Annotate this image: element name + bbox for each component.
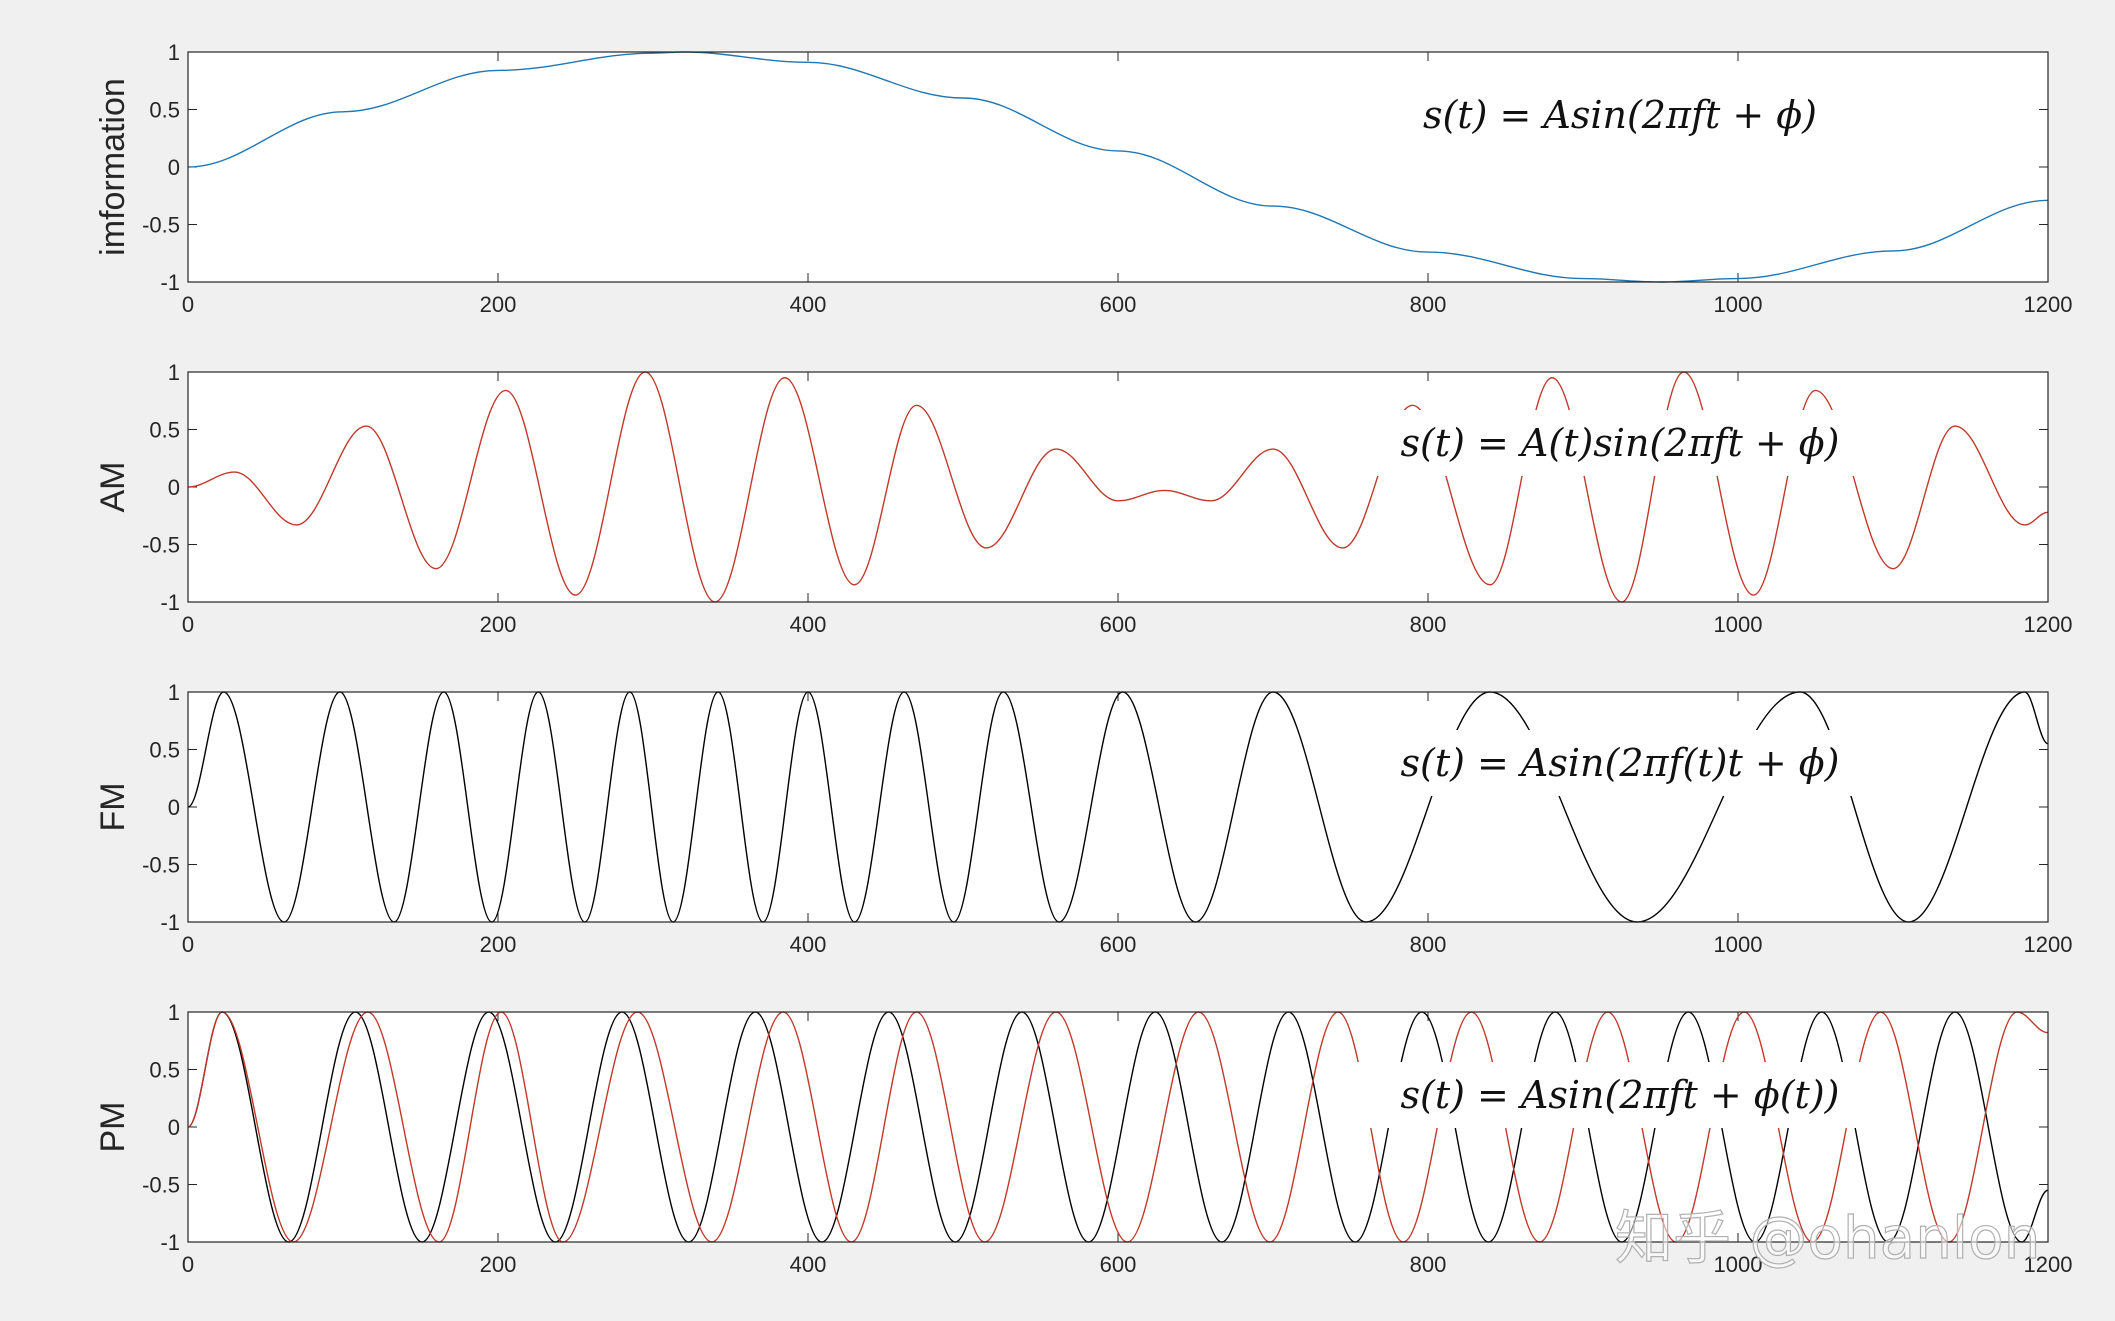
x-tick-label: 400 — [790, 612, 827, 637]
x-tick-label: 0 — [182, 932, 194, 957]
x-tick-label: 400 — [790, 932, 827, 957]
x-tick-label: 400 — [790, 1252, 827, 1277]
y-tick-label: 1 — [168, 360, 180, 385]
x-tick-label: 200 — [480, 292, 517, 317]
formula-annotation: s(t) = Asin(2πft + ϕ(t)) — [1401, 1073, 1840, 1117]
x-tick-label: 600 — [1100, 292, 1137, 317]
y-axis-label: FM — [94, 782, 132, 831]
y-tick-label: 0 — [168, 795, 180, 820]
x-tick-label: 200 — [480, 932, 517, 957]
y-tick-label: 1 — [168, 680, 180, 705]
y-tick-label: 0.5 — [149, 738, 180, 763]
x-tick-label: 400 — [790, 292, 827, 317]
y-tick-label: -1 — [160, 590, 180, 615]
chart-panel-1: 0 200 400 600 800 1000 1200 -1 -0.5 0 0.5 1 imformat… — [94, 40, 2072, 317]
x-tick-label: 1200 — [2024, 292, 2073, 317]
y-tick-label: -1 — [160, 270, 180, 295]
y-tick-label: 0.5 — [149, 1058, 180, 1083]
watermark-text: 知乎 @ohanlon — [1615, 1204, 2040, 1272]
y-tick-label: 0.5 — [149, 98, 180, 123]
y-tick-label: -0.5 — [142, 533, 180, 558]
y-tick-label: 0 — [168, 1115, 180, 1140]
y-axis-label: PM — [94, 1102, 132, 1153]
x-tick-label: 1000 — [1714, 932, 1763, 957]
x-tick-label: 200 — [480, 1252, 517, 1277]
x-tick-label: 1000 — [1714, 612, 1763, 637]
formula-annotation: s(t) = Asin(2πft + ϕ) — [1423, 93, 1817, 137]
x-tick-label: 800 — [1410, 292, 1447, 317]
y-tick-label: 0 — [168, 475, 180, 500]
x-tick-label: 800 — [1410, 1252, 1447, 1277]
chart-panel-3: 0 200 400 600 800 1000 1200 -1 -0.5 0 0.5 1 FM s(t) =… — [94, 680, 2072, 957]
x-tick-label: 800 — [1410, 932, 1447, 957]
y-tick-label: -0.5 — [142, 853, 180, 878]
y-tick-label: 1 — [168, 40, 180, 65]
y-axis-label: imformation — [94, 78, 132, 256]
x-tick-label: 1200 — [2024, 932, 2073, 957]
y-tick-label: -0.5 — [142, 1173, 180, 1198]
y-tick-label: 0 — [168, 155, 180, 180]
y-tick-label: 0.5 — [149, 418, 180, 443]
x-tick-label: 1200 — [2024, 612, 2073, 637]
figure: 0 200 400 600 800 1000 1200-1-0.500.51imformat… — [94, 40, 2072, 1277]
plot-area — [188, 692, 2048, 922]
x-tick-label: 800 — [1410, 612, 1447, 637]
x-tick-label: 1000 — [1714, 292, 1763, 317]
y-axis-label: AM — [94, 462, 132, 513]
formula-annotation: s(t) = Asin(2πf(t)t + ϕ) — [1401, 741, 1840, 785]
chart-panel-2: 0 200 400 600 800 1000 1200 -1 -0.5 0 0.5 1 AM s(t) =… — [94, 360, 2072, 637]
x-tick-label: 0 — [182, 292, 194, 317]
y-tick-label: -0.5 — [142, 213, 180, 238]
y-tick-label: -1 — [160, 910, 180, 935]
x-tick-label: 600 — [1100, 1252, 1137, 1277]
y-tick-label: -1 — [160, 1230, 180, 1255]
x-tick-label: 600 — [1100, 612, 1137, 637]
x-tick-label: 200 — [480, 612, 517, 637]
x-tick-label: 0 — [182, 612, 194, 637]
y-tick-label: 1 — [168, 1000, 180, 1025]
formula-annotation: s(t) = A(t)sin(2πft + ϕ) — [1401, 421, 1840, 465]
x-tick-label: 600 — [1100, 932, 1137, 957]
x-tick-label: 0 — [182, 1252, 194, 1277]
